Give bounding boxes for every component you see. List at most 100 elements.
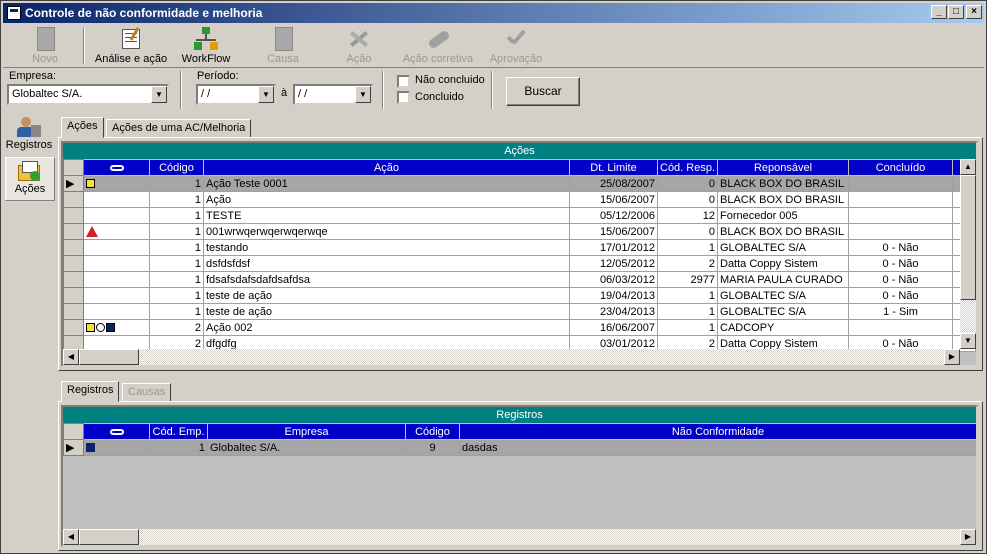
scroll-left-icon[interactable]: ◀ — [63, 529, 79, 545]
scroll-left-icon[interactable]: ◀ — [63, 349, 79, 365]
chevron-down-icon[interactable]: ▼ — [355, 86, 371, 103]
scroll-down-icon[interactable]: ▼ — [960, 333, 976, 349]
tab-causas[interactable]: Causas — [122, 383, 172, 402]
col-cod-emp[interactable]: Cód. Emp. — [149, 423, 208, 440]
cell-concluido: 0 - Não — [848, 239, 953, 256]
scroll-thumb[interactable] — [79, 349, 139, 365]
tab-acoes[interactable]: Ações — [61, 117, 104, 138]
cell-concluido: 0 - Não — [848, 271, 953, 288]
acoes-hscroll[interactable]: ◀ ▶ — [63, 349, 960, 365]
attachments-header[interactable] — [83, 423, 150, 440]
col-codigo[interactable]: Código — [405, 423, 460, 440]
table-row[interactable]: 1 fdsafsdafsdafdsafdsa 06/03/2012 2977 MARIA… — [63, 271, 976, 288]
table-row[interactable]: 1 testando 17/01/2012 1 GLOBALTEC S/A 0 - Não — [63, 239, 976, 256]
date-from-field[interactable]: / / ▼ — [196, 84, 276, 105]
analise-acao-button[interactable]: Análise e ação — [91, 24, 171, 68]
table-row[interactable]: 1 Ação 15/06/2007 0 BLACK BOX DO BRASIL — [63, 191, 976, 208]
cell-dt-limite: 05/12/2006 — [569, 207, 658, 224]
minimize-button[interactable]: _ — [931, 5, 947, 19]
cell-concluido — [848, 319, 953, 336]
acoes-grid[interactable]: Ações Código Ação Dt. Limite Cód. Resp. … — [61, 141, 978, 367]
main-window: Controle de não conformidade e melhoria … — [0, 0, 987, 554]
nav-acoes-label: Ações — [14, 183, 46, 195]
row-icons — [83, 223, 150, 240]
cell-dt-limite: 15/06/2007 — [569, 223, 658, 240]
cell-cod-resp: 2 — [657, 255, 718, 272]
acoes-table: Código Ação Dt. Limite Cód. Resp. Repons… — [63, 159, 976, 352]
date-from-value: / / — [201, 88, 211, 100]
tab-registros[interactable]: Registros — [61, 381, 120, 402]
folder-check-icon — [18, 161, 42, 183]
empresa-label: Empresa: — [9, 70, 57, 82]
concluido-checkbox[interactable] — [397, 91, 410, 104]
warning-icon — [86, 226, 98, 238]
chevron-down-icon[interactable]: ▼ — [258, 86, 274, 103]
cell-cod-resp: 0 — [657, 223, 718, 240]
close-button[interactable]: × — [966, 5, 982, 19]
aprovacao-label: Aprovação — [489, 53, 543, 65]
aprovacao-button[interactable]: Aprovação — [485, 24, 547, 68]
empresa-select[interactable]: Globaltec S/A. ▼ — [7, 84, 169, 105]
cell-dt-limite: 23/04/2013 — [569, 303, 658, 320]
note-icon — [86, 323, 95, 333]
new-document-icon — [33, 27, 57, 51]
maximize-button[interactable]: □ — [948, 5, 964, 19]
table-row[interactable]: 2 Ação 002 16/06/2007 1 CADCOPY — [63, 319, 976, 336]
cell-codigo: 1 — [149, 271, 204, 288]
chevron-down-icon[interactable]: ▼ — [151, 86, 167, 103]
table-row[interactable]: 1 001wrwqerwqerwqerwqe 15/06/2007 0 BLACK BO… — [63, 223, 976, 240]
col-empresa[interactable]: Empresa — [207, 423, 406, 440]
attachments-header[interactable] — [83, 159, 150, 176]
col-dt-limite[interactable]: Dt. Limite — [569, 159, 658, 176]
acoes-header-row: Código Ação Dt. Limite Cód. Resp. Repons… — [63, 159, 976, 176]
cell-codigo: 1 — [149, 207, 204, 224]
cell-acao: Ação — [203, 191, 570, 208]
col-acao[interactable]: Ação — [203, 159, 570, 176]
table-row[interactable]: ▶ 1 Ação Teste 0001 25/08/2007 0 BLACK BOX DO… — [63, 175, 976, 192]
nao-concluido-checkbox[interactable] — [397, 75, 410, 88]
cell-responsavel: GLOBALTEC S/A — [717, 239, 849, 256]
date-to-field[interactable]: / / ▼ — [293, 84, 373, 105]
cell-codigo: 1 — [149, 175, 204, 192]
scroll-right-icon[interactable]: ▶ — [944, 349, 960, 365]
cell-cod-resp: 1 — [657, 303, 718, 320]
acao-button[interactable]: Ação — [337, 24, 381, 68]
novo-button[interactable]: Novo — [21, 24, 69, 68]
nav-acoes[interactable]: Ações — [5, 157, 55, 201]
cell-acao: 001wrwqerwqerwqerwqe — [203, 223, 570, 240]
buscar-button[interactable]: Buscar — [506, 77, 580, 106]
cell-cod-emp: 1 — [149, 439, 208, 456]
table-row[interactable]: 1 dsfdsfdsf 12/05/2012 2 Datta Coppy Sistem 0… — [63, 255, 976, 272]
cell-cod-resp: 1 — [657, 319, 718, 336]
scroll-thumb[interactable] — [960, 175, 976, 300]
row-icons — [83, 287, 150, 304]
cell-dt-limite: 25/08/2007 — [569, 175, 658, 192]
nav-registros[interactable]: Registros — [3, 115, 55, 155]
concluido-label: Concluido — [415, 91, 464, 103]
filter-separator — [180, 71, 182, 109]
scroll-thumb[interactable] — [79, 529, 139, 545]
col-concluido[interactable]: Concluído — [848, 159, 953, 176]
registros-grid[interactable]: Registros Cód. Emp. Empresa Código Não C… — [61, 405, 978, 547]
table-row[interactable]: 1 teste de ação 19/04/2013 1 GLOBALTEC S/A 0 … — [63, 287, 976, 304]
tab-acoes-ac[interactable]: Ações de uma AC/Melhoria — [106, 119, 252, 138]
col-responsavel[interactable]: Reponsável — [717, 159, 849, 176]
col-nao-conformidade[interactable]: Não Conformidade — [459, 423, 976, 440]
workflow-button[interactable]: WorkFlow — [175, 24, 237, 68]
clock-icon — [96, 323, 105, 333]
cell-cod-resp: 1 — [657, 239, 718, 256]
table-row[interactable]: 1 TESTE 05/12/2006 12 Fornecedor 005 — [63, 207, 976, 224]
acoes-vscroll[interactable]: ▲ ▼ — [960, 159, 976, 349]
table-row[interactable]: ▶ 1 Globaltec S/A. 9 dasdas — [63, 439, 976, 456]
table-row[interactable]: 1 teste de ação 23/04/2013 1 GLOBALTEC S/A 1 … — [63, 303, 976, 320]
col-codigo[interactable]: Código — [149, 159, 204, 176]
causa-button[interactable]: Causa — [259, 24, 307, 68]
cell-responsavel: BLACK BOX DO BRASIL — [717, 191, 849, 208]
cell-codigo: 1 — [149, 239, 204, 256]
acao-corretiva-button[interactable]: Ação corretiva — [399, 24, 477, 68]
empresa-value: Globaltec S/A. — [12, 88, 83, 100]
registros-hscroll[interactable]: ◀ ▶ — [63, 529, 976, 545]
col-cod-resp[interactable]: Cód. Resp. — [657, 159, 718, 176]
scroll-right-icon[interactable]: ▶ — [960, 529, 976, 545]
scroll-up-icon[interactable]: ▲ — [960, 159, 976, 175]
